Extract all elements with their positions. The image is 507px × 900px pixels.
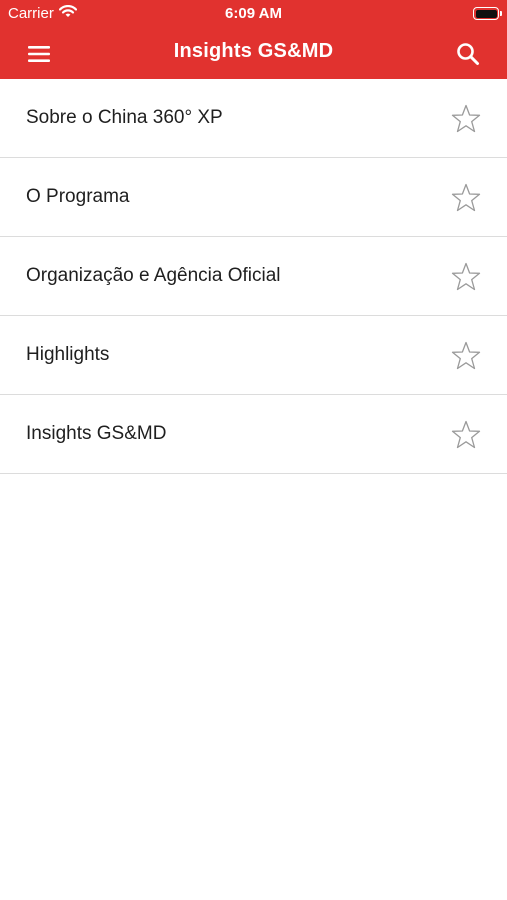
hamburger-menu-icon (28, 46, 50, 62)
list-item-label: Organização e Agência Oficial (26, 265, 281, 286)
page-title: Insights GS&MD (173, 40, 334, 62)
navigation-bar: Insights GS&MD (0, 28, 507, 79)
list-item-label: Insights GS&MD (26, 423, 167, 444)
list-item[interactable]: O Programa (0, 158, 507, 237)
list-item-label: Sobre o China 360° XP (26, 107, 223, 128)
list-item[interactable]: Highlights (0, 316, 507, 395)
battery-icon (473, 7, 502, 20)
star-outline-icon[interactable] (450, 182, 482, 214)
menu-button[interactable] (24, 41, 56, 67)
star-outline-icon[interactable] (450, 340, 482, 372)
list-item-label: Highlights (26, 344, 110, 365)
star-outline-icon[interactable] (450, 419, 482, 451)
status-time: 6:09 AM (225, 5, 282, 22)
search-icon (457, 43, 479, 65)
search-button[interactable] (455, 41, 481, 67)
app-screen: Carrier 6:09 AM Insights GS&MD Sobre o C… (0, 0, 507, 900)
star-outline-icon[interactable] (450, 103, 482, 135)
status-bar: Carrier 6:09 AM (0, 0, 507, 28)
list-item[interactable]: Organização e Agência Oficial (0, 237, 507, 316)
app-header: Carrier 6:09 AM Insights GS&MD (0, 0, 507, 79)
list-item[interactable]: Sobre o China 360° XP (0, 79, 507, 158)
list-item[interactable]: Insights GS&MD (0, 395, 507, 474)
star-outline-icon[interactable] (450, 261, 482, 293)
list-item-label: O Programa (26, 186, 130, 207)
menu-list: Sobre o China 360° XP O Programa Organiz… (0, 79, 507, 474)
